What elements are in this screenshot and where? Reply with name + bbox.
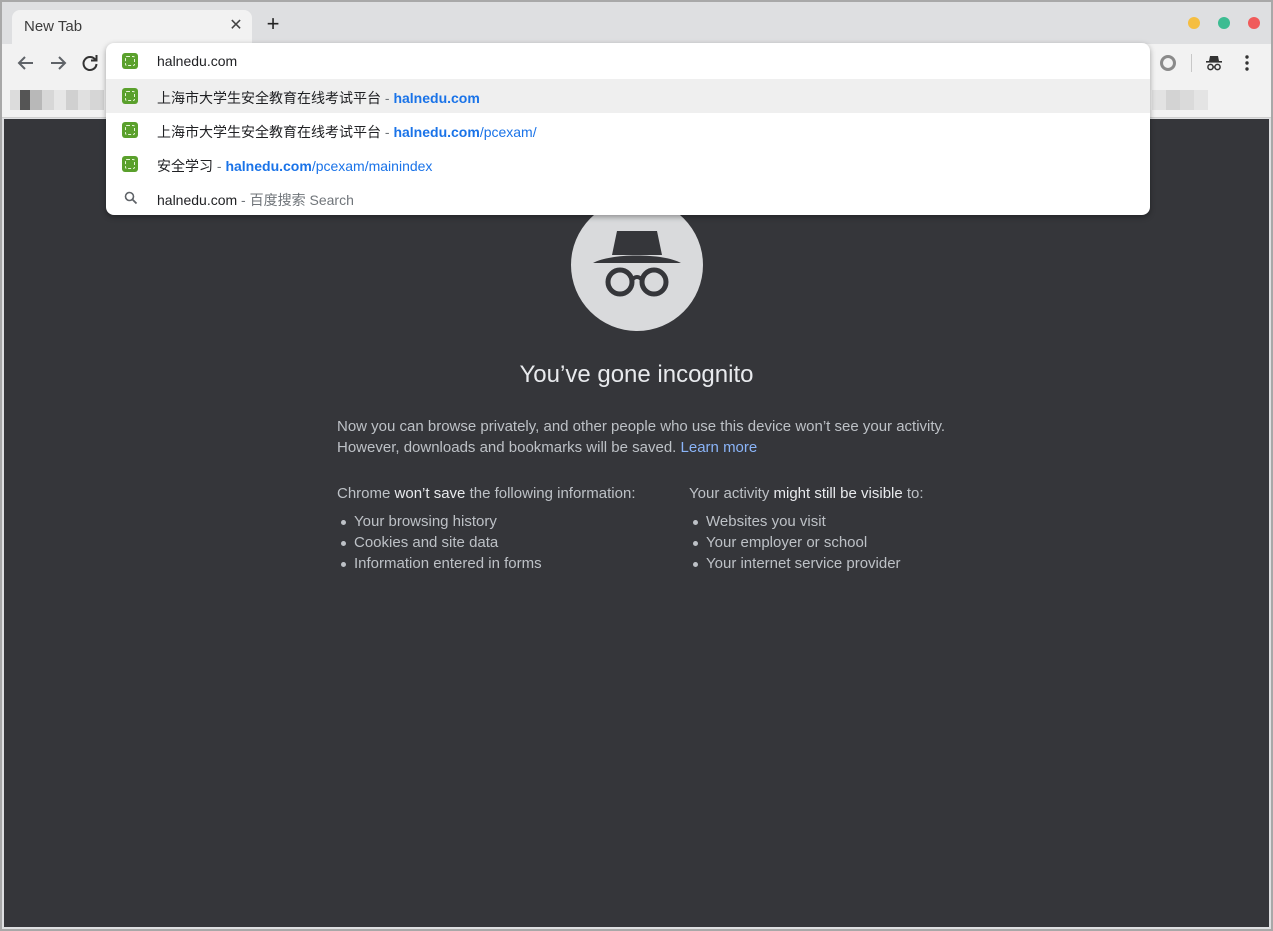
suggestion-url: halnedu.com/pcexam/mainindex xyxy=(225,158,432,174)
pixelated-bookmark xyxy=(90,90,104,110)
toolbar-divider xyxy=(1191,54,1192,72)
site-favicon-icon xyxy=(122,122,138,138)
suggestion-title: 上海市大学生安全教育在线考试平台 xyxy=(157,124,381,140)
intro-text: Now you can browse privately, and other … xyxy=(337,418,946,456)
page-title: You’ve gone incognito xyxy=(519,361,754,388)
suggestion-url: halnedu.com/pcexam/ xyxy=(393,124,536,140)
suggestion-item[interactable]: 上海市大学生安全教育在线考试平台 - halnedu.com/pcexam/ xyxy=(106,113,1150,147)
minimize-button[interactable] xyxy=(1188,17,1200,29)
heading-text: to: xyxy=(902,485,924,502)
heading-text: the following information: xyxy=(465,485,636,502)
heading-emphasis: won’t save xyxy=(394,485,466,502)
maximize-button[interactable] xyxy=(1218,17,1230,29)
browser-window: New Tab ✕ + You’ve gone incognito Now yo… xyxy=(2,2,1271,929)
suggestion-separator: - xyxy=(381,90,394,106)
tab-new-tab[interactable]: New Tab ✕ xyxy=(12,10,252,44)
close-icon[interactable]: ✕ xyxy=(228,18,244,34)
pixelated-bookmark xyxy=(78,90,90,110)
list-item: Your browsing history xyxy=(341,511,677,532)
suggestion-separator: - xyxy=(237,192,250,208)
still-visible-list: Websites you visit Your employer or scho… xyxy=(689,511,1009,574)
more-vert-icon[interactable] xyxy=(1236,52,1258,74)
heading-emphasis: might still be visible xyxy=(773,485,903,502)
site-favicon-icon xyxy=(122,53,138,69)
incognito-page: You’ve gone incognito Now you can browse… xyxy=(4,119,1269,927)
pixelated-bookmark xyxy=(1194,90,1208,110)
pixelated-bookmark xyxy=(54,90,66,110)
still-visible-column: Your activity might still be visible to:… xyxy=(689,485,1009,574)
new-tab-button[interactable]: + xyxy=(262,13,284,36)
wont-save-list: Your browsing history Cookies and site d… xyxy=(337,511,677,574)
url-match: halnedu.com xyxy=(393,124,480,140)
heading-text: Your activity xyxy=(689,485,774,502)
suggestion-url: halnedu.com xyxy=(393,90,479,106)
suggestion-title: halnedu.com xyxy=(157,192,238,208)
suggestion-item[interactable]: 上海市大学生安全教育在线考试平台 - halnedu.com xyxy=(106,79,1150,113)
tab-title: New Tab xyxy=(24,18,83,35)
suggestion-title: 上海市大学生安全教育在线考试平台 xyxy=(157,90,381,106)
url-match: halnedu.com xyxy=(393,90,480,106)
suggestion-text: halnedu.com - 百度搜索 Search xyxy=(157,190,354,210)
list-item: Information entered in forms xyxy=(341,553,677,574)
suggestion-title: 安全学习 xyxy=(157,158,213,174)
list-item: Your internet service provider xyxy=(693,553,1009,574)
suggestion-text: 上海市大学生安全教育在线考试平台 - halnedu.com xyxy=(157,88,480,108)
list-item: Cookies and site data xyxy=(341,532,677,553)
arrow-right-icon[interactable] xyxy=(47,52,69,74)
url-rest: /pcexam/ xyxy=(479,124,537,140)
site-favicon-icon xyxy=(122,156,138,172)
url-rest: /pcexam/mainindex xyxy=(311,158,433,174)
incognito-logo-icon xyxy=(571,199,703,331)
site-favicon-icon xyxy=(122,88,138,104)
search-suggestion-item[interactable]: halnedu.com - 百度搜索 Search xyxy=(106,181,1150,215)
pixelated-bookmark xyxy=(66,90,78,110)
suggestion-subtitle: 百度搜索 Search xyxy=(249,192,354,208)
list-item: Your employer or school xyxy=(693,532,1009,553)
suggestion-separator: - xyxy=(381,124,394,140)
close-window-button[interactable] xyxy=(1248,17,1260,29)
pixelated-bookmark xyxy=(30,90,42,110)
suggestion-separator: - xyxy=(213,158,226,174)
suggestion-text: 安全学习 - halnedu.com/pcexam/mainindex xyxy=(157,156,432,176)
wont-save-column: Chrome won’t save the following informat… xyxy=(337,485,677,574)
omnibox-dropdown: 上海市大学生安全教育在线考试平台 - halnedu.com 上海市大学生安全教… xyxy=(106,43,1150,215)
address-bar-input[interactable] xyxy=(157,51,1057,71)
incognito-icon[interactable] xyxy=(1203,52,1225,74)
suggestion-item[interactable]: 安全学习 - halnedu.com/pcexam/mainindex xyxy=(106,147,1150,181)
suggestion-text: 上海市大学生安全教育在线考试平台 - halnedu.com/pcexam/ xyxy=(157,122,537,142)
omnibox-input-row xyxy=(106,43,1150,79)
extension-icon[interactable] xyxy=(1157,52,1179,74)
heading-text: Chrome xyxy=(337,485,395,502)
tab-strip: New Tab ✕ + xyxy=(2,2,1271,44)
url-match: halnedu.com xyxy=(225,158,312,174)
pixelated-bookmark xyxy=(20,90,30,110)
pixelated-bookmark xyxy=(1180,90,1194,110)
still-visible-heading: Your activity might still be visible to: xyxy=(689,485,1009,502)
pixelated-bookmark xyxy=(42,90,54,110)
search-icon xyxy=(123,190,139,206)
wont-save-heading: Chrome won’t save the following informat… xyxy=(337,485,677,502)
arrow-left-icon[interactable] xyxy=(15,52,37,74)
list-item: Websites you visit xyxy=(693,511,1009,532)
pixelated-bookmark xyxy=(10,90,20,110)
learn-more-link[interactable]: Learn more xyxy=(681,439,758,456)
intro-paragraph: Now you can browse privately, and other … xyxy=(337,416,947,458)
pixelated-bookmark xyxy=(1152,90,1166,110)
reload-icon[interactable] xyxy=(79,52,101,74)
pixelated-bookmark xyxy=(1166,90,1180,110)
